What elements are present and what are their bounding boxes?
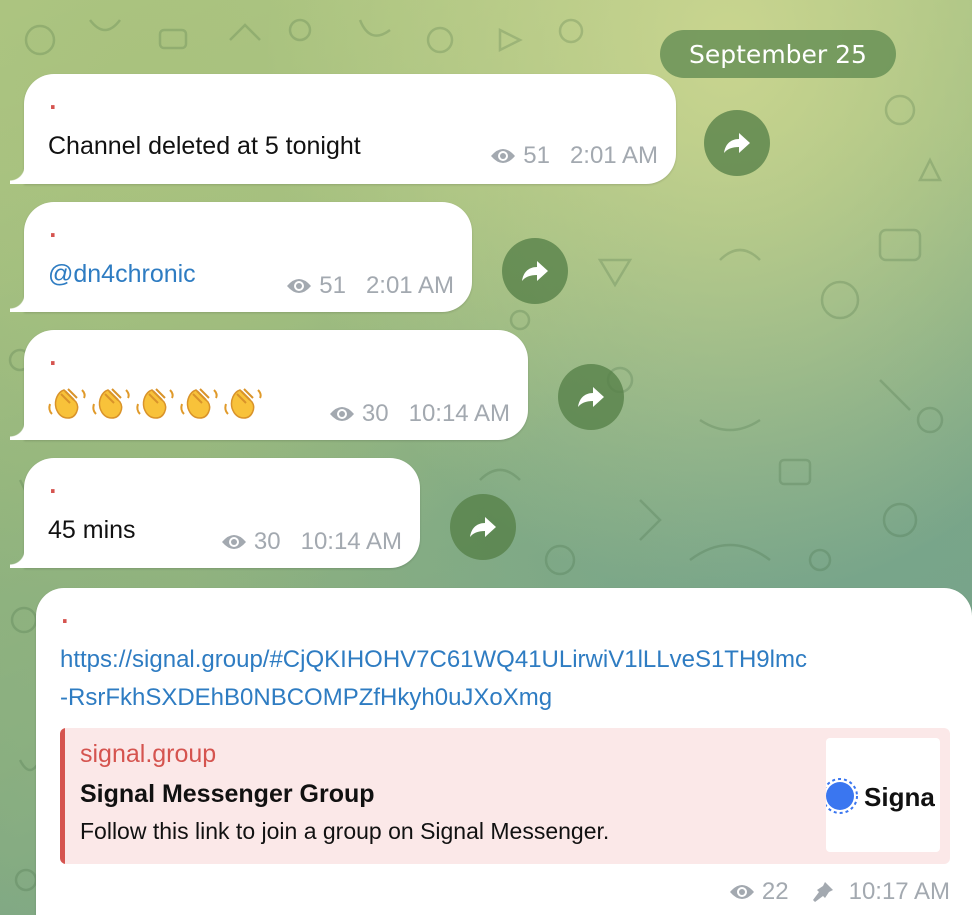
signal-link-line-2[interactable]: -RsrFkhSXDEhB0NBCOMPZfHkyh0uJXoXmg	[60, 684, 552, 712]
message-time: 10:14 AM	[408, 400, 510, 427]
waving-hand-emoji	[180, 388, 218, 419]
preview-title: Signal Messenger Group	[80, 780, 375, 808]
view-count: 22	[761, 878, 789, 905]
eye-icon	[729, 885, 754, 899]
mention-link[interactable]: @dn4chronic	[48, 260, 196, 289]
channel-message[interactable]: . https://signal.group/#CjQKIHOHV7C61WQ4…	[36, 588, 972, 915]
eye-icon	[329, 407, 354, 421]
view-count: 51	[523, 142, 550, 169]
signal-logo-icon	[826, 778, 858, 814]
channel-message[interactable]: . @dn4chronic 51 2:01 AM	[10, 202, 472, 312]
channel-message[interactable]: . 45 mins 30 10:14 AM	[10, 458, 420, 568]
waving-hand-emoji	[224, 388, 262, 419]
forward-arrow-icon	[470, 517, 496, 537]
preview-thumbnail[interactable]: Signa	[826, 738, 940, 852]
channel-message[interactable]: . Channel deleted at 5 tonight 51 2:01 A…	[10, 74, 676, 184]
view-count: 30	[253, 528, 281, 555]
message-dot: .	[49, 346, 57, 370]
preview-thumb-text: Signa	[864, 782, 935, 812]
forward-button[interactable]	[450, 494, 516, 560]
message-text: 45 mins	[48, 516, 136, 544]
bubble-tail	[10, 550, 24, 568]
date-header: September 25	[660, 30, 896, 78]
forward-arrow-icon	[522, 261, 548, 281]
message-dot: .	[61, 604, 69, 628]
forward-arrow-icon	[578, 387, 604, 407]
eye-icon	[221, 535, 246, 549]
message-meta: 30 10:14 AM	[328, 400, 510, 428]
waving-hand-emoji	[92, 388, 130, 419]
preview-description: Follow this link to join a group on Sign…	[80, 818, 610, 844]
message-time: 10:14 AM	[300, 528, 402, 555]
preview-site-name: signal.group	[80, 740, 217, 768]
eye-icon	[491, 149, 516, 163]
bubble-tail	[10, 166, 24, 184]
channel-message[interactable]: . 30 10:14 AM	[10, 330, 528, 440]
message-time: 2:01 AM	[365, 272, 454, 299]
bubble-tail	[10, 422, 24, 440]
link-preview[interactable]: signal.group Signal Messenger Group Foll…	[60, 728, 950, 864]
message-time: 10:17 AM	[848, 878, 950, 905]
message-meta: 30 10:14 AM	[220, 528, 402, 556]
waving-hand-emoji	[48, 388, 86, 419]
view-count: 30	[361, 400, 389, 427]
forward-button[interactable]	[558, 364, 624, 430]
message-dot: .	[49, 218, 57, 242]
message-meta: 51 2:01 AM	[285, 272, 454, 300]
message-time: 2:01 AM	[569, 142, 658, 169]
preview-accent-bar	[60, 728, 65, 864]
forward-arrow-icon	[724, 133, 750, 153]
emoji-row	[46, 382, 264, 424]
message-meta: 51 2:01 AM	[489, 142, 658, 170]
message-meta: 22 10:17 AM	[728, 878, 950, 906]
view-count: 51	[319, 272, 346, 299]
waving-hand-emoji	[136, 388, 174, 419]
message-dot: .	[49, 90, 57, 114]
signal-link-line-1[interactable]: https://signal.group/#CjQKIHOHV7C61WQ41U…	[60, 646, 807, 674]
eye-icon	[287, 279, 312, 293]
forward-button[interactable]	[704, 110, 770, 176]
message-dot: .	[49, 474, 57, 498]
forward-button[interactable]	[502, 238, 568, 304]
pin-icon	[812, 882, 833, 902]
bubble-tail	[10, 294, 24, 312]
message-text: Channel deleted at 5 tonight	[48, 132, 361, 160]
